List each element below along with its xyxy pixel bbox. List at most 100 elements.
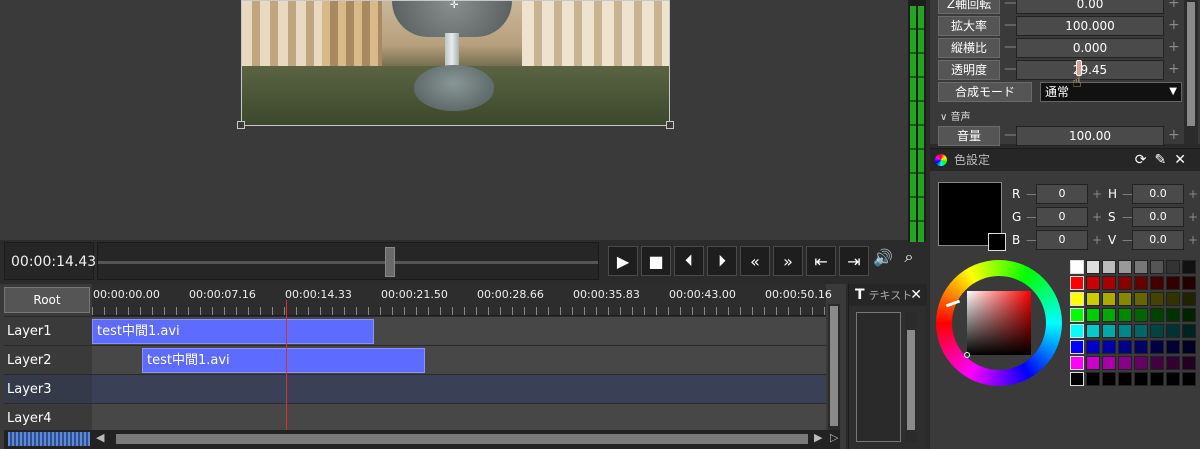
layer-label-3[interactable]: Layer3: [4, 374, 92, 403]
palette-swatch[interactable]: [1118, 340, 1132, 354]
palette-swatch[interactable]: [1070, 340, 1084, 354]
sv-marker[interactable]: [964, 352, 970, 358]
palette-swatch[interactable]: [1166, 356, 1180, 370]
refresh-icon[interactable]: ⟳: [1135, 152, 1155, 168]
palette-swatch[interactable]: [1166, 308, 1180, 322]
palette-swatch[interactable]: [1118, 292, 1132, 306]
palette-swatch[interactable]: [1086, 324, 1100, 338]
color-value-input[interactable]: 0: [1036, 184, 1088, 204]
palette-swatch[interactable]: [1118, 308, 1132, 322]
palette-swatch[interactable]: [1070, 372, 1084, 386]
step-forward-icon[interactable]: ⏵: [707, 246, 737, 276]
increment-icon[interactable]: +: [1168, 38, 1180, 58]
hue-ring[interactable]: [936, 260, 1062, 386]
video-frame[interactable]: [241, 0, 670, 126]
timeline-overview-strip[interactable]: [8, 432, 90, 446]
palette-swatch[interactable]: [1070, 324, 1084, 338]
blend-mode-select[interactable]: 通常 ▼: [1040, 82, 1182, 102]
property-value-field[interactable]: 0.00: [1016, 0, 1164, 14]
palette-swatch[interactable]: [1166, 276, 1180, 290]
close-icon[interactable]: ✕: [910, 284, 922, 306]
palette-swatch[interactable]: [1118, 372, 1132, 386]
step-back-icon[interactable]: ⏴: [674, 246, 704, 276]
palette-swatch[interactable]: [1182, 356, 1196, 370]
increment-icon[interactable]: +: [1092, 230, 1102, 250]
palette-swatch[interactable]: [1086, 340, 1100, 354]
go-to-end-icon[interactable]: ⇥: [839, 246, 869, 276]
decrement-icon[interactable]: —: [1004, 38, 1018, 58]
properties-scrollbar[interactable]: [1184, 0, 1198, 144]
palette-swatch[interactable]: [1134, 276, 1148, 290]
property-value-field[interactable]: 0.000: [1016, 38, 1164, 58]
palette-swatch[interactable]: [1182, 276, 1196, 290]
go-to-start-icon[interactable]: ⇤: [806, 246, 836, 276]
center-crosshair-icon[interactable]: ✛: [450, 0, 462, 11]
palette-swatch[interactable]: [1086, 372, 1100, 386]
resize-handle-bottom-left[interactable]: [237, 121, 245, 129]
increment-icon[interactable]: +: [1188, 184, 1198, 204]
palette-swatch[interactable]: [1134, 356, 1148, 370]
previous-color-swatch[interactable]: [988, 233, 1006, 251]
layer-label-4[interactable]: Layer4: [4, 403, 92, 432]
color-value-input[interactable]: 0: [1036, 207, 1088, 227]
timeline-hscroll-thumb[interactable]: [116, 434, 808, 444]
palette-swatch[interactable]: [1118, 260, 1132, 274]
layer-label-2[interactable]: Layer2: [4, 345, 92, 374]
seek-thumb[interactable]: [385, 247, 395, 277]
color-value-input[interactable]: 0.0: [1132, 184, 1184, 204]
palette-swatch[interactable]: [1102, 372, 1116, 386]
timeline-vertical-scrollbar[interactable]: [828, 304, 840, 430]
palette-swatch[interactable]: [1134, 292, 1148, 306]
video-clip[interactable]: test中間1.avi: [142, 348, 425, 373]
palette-swatch[interactable]: [1166, 340, 1180, 354]
increment-icon[interactable]: +: [1168, 0, 1180, 14]
palette-swatch[interactable]: [1086, 356, 1100, 370]
palette-swatch[interactable]: [1070, 292, 1084, 306]
resize-handle-bottom-right[interactable]: [666, 121, 674, 129]
palette-swatch[interactable]: [1086, 292, 1100, 306]
color-value-input[interactable]: 0: [1036, 230, 1088, 250]
palette-swatch[interactable]: [1134, 340, 1148, 354]
video-clip[interactable]: test中間1.avi: [92, 319, 374, 344]
timeline-horizontal-scrollbar[interactable]: ◀ ▶ ▷: [4, 430, 840, 449]
text-panel-scrollbar[interactable]: [905, 312, 917, 442]
palette-swatch[interactable]: [1118, 276, 1132, 290]
palette-swatch[interactable]: [1166, 324, 1180, 338]
palette-swatch[interactable]: [1182, 308, 1196, 322]
saturation-value-square[interactable]: [967, 291, 1031, 355]
scroll-left-icon[interactable]: ◀: [96, 431, 104, 444]
palette-swatch[interactable]: [1150, 260, 1164, 274]
palette-swatch[interactable]: [1070, 260, 1084, 274]
palette-swatch[interactable]: [1182, 340, 1196, 354]
palette-swatch[interactable]: [1166, 260, 1180, 274]
text-input-area[interactable]: [856, 312, 901, 442]
palette-swatch[interactable]: [1150, 292, 1164, 306]
palette-swatch[interactable]: [1102, 324, 1116, 338]
palette-swatch[interactable]: [1102, 292, 1116, 306]
seek-bar[interactable]: [97, 242, 599, 280]
layer-row-3[interactable]: [92, 374, 826, 403]
layer-row-4[interactable]: [92, 403, 826, 432]
palette-swatch[interactable]: [1150, 356, 1164, 370]
palette-swatch[interactable]: [1070, 308, 1084, 322]
volume-icon[interactable]: 🔊: [872, 246, 894, 268]
palette-swatch[interactable]: [1118, 324, 1132, 338]
palette-swatch[interactable]: [1134, 308, 1148, 322]
palette-swatch[interactable]: [1102, 340, 1116, 354]
playhead-cursor[interactable]: [286, 300, 287, 432]
palette-swatch[interactable]: [1134, 324, 1148, 338]
decrement-icon[interactable]: —: [1004, 126, 1018, 146]
palette-swatch[interactable]: [1166, 292, 1180, 306]
decrement-icon[interactable]: —: [1004, 60, 1018, 80]
palette-swatch[interactable]: [1182, 372, 1196, 386]
property-value-field[interactable]: 100.00: [1016, 126, 1164, 146]
palette-swatch[interactable]: [1086, 260, 1100, 274]
close-icon[interactable]: ✕: [1174, 152, 1194, 168]
increment-icon[interactable]: +: [1092, 184, 1102, 204]
palette-swatch[interactable]: [1102, 276, 1116, 290]
palette-swatch[interactable]: [1086, 276, 1100, 290]
increment-icon[interactable]: +: [1092, 207, 1102, 227]
time-ruler[interactable]: 00:00:00.00 00:00:07.16 00:00:14.33 00:0…: [92, 284, 832, 316]
palette-swatch[interactable]: [1182, 292, 1196, 306]
stop-icon[interactable]: ■: [641, 246, 671, 276]
